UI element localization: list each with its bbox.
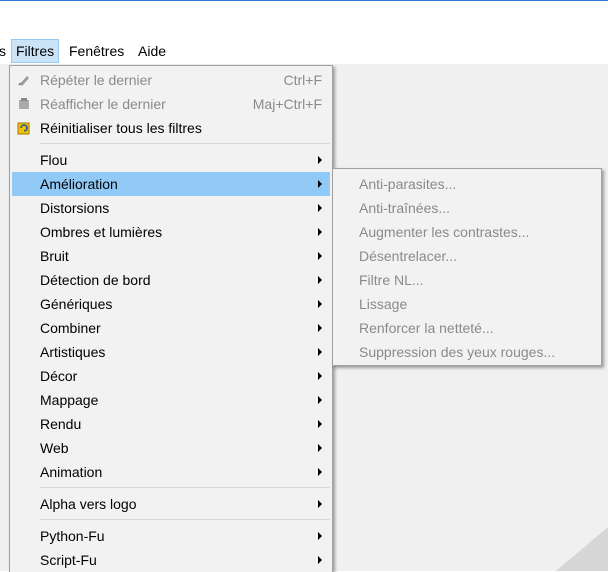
menu-item-label: Filtre NL... [359, 272, 424, 288]
menu-item-label: Combiner [40, 320, 101, 336]
menu-item-label: Anti-parasites... [359, 176, 457, 192]
menu-item-distorts[interactable]: Distorsions [12, 196, 330, 220]
menu-item-label: Suppression des yeux rouges... [359, 344, 556, 360]
enhance-submenu: Anti-parasites... Anti-traînées... Augme… [332, 168, 602, 366]
menu-item-label: Mappage [40, 392, 99, 408]
submenu-arrow-icon [318, 396, 322, 404]
submenu-arrow-icon [318, 180, 322, 188]
menu-item-enhance[interactable]: Amélioration [12, 172, 330, 196]
menu-item-map[interactable]: Mappage [12, 388, 330, 412]
submenu-arrow-icon [318, 204, 322, 212]
menu-item-blur[interactable]: Flou [12, 148, 330, 172]
menu-windows[interactable]: Fenêtres [65, 39, 128, 63]
menu-item-label: Bruit [40, 248, 69, 264]
menu-item-label: Augmenter les contrastes... [359, 224, 530, 240]
menu-item-label: Anti-traînées... [359, 200, 451, 216]
menu-item-label: Web [40, 440, 69, 456]
menu-item-label: Répéter le dernier [40, 72, 153, 88]
menu-item-sharpen[interactable]: Renforcer la netteté... [335, 316, 599, 340]
menu-separator [40, 519, 330, 520]
menu-item-nl-filter[interactable]: Filtre NL... [335, 268, 599, 292]
submenu-arrow-icon [318, 420, 322, 428]
shortcut-label: Ctrl+F [283, 72, 323, 88]
repeat-icon [18, 76, 29, 86]
submenu-arrow-icon [318, 532, 322, 540]
reset-filters-icon [17, 122, 30, 135]
menu-item-destripe[interactable]: Anti-traînées... [335, 196, 599, 220]
menu-item-noise[interactable]: Bruit [12, 244, 330, 268]
shortcut-label: Maj+Ctrl+F [252, 96, 322, 112]
submenu-arrow-icon [318, 324, 322, 332]
menu-item-combine[interactable]: Combiner [12, 316, 330, 340]
submenu-arrow-icon [318, 556, 322, 564]
submenu-arrow-icon [318, 372, 322, 380]
menu-filters[interactable]: Filtres [11, 39, 60, 63]
menu-item-reshow-last[interactable]: Réafficher le dernier Maj+Ctrl+F [12, 92, 330, 116]
menu-separator [40, 143, 330, 144]
menu-item-label: Réinitialiser tous les filtres [40, 120, 202, 136]
menu-item-deinterlace[interactable]: Désentrelacer... [335, 244, 599, 268]
menu-item-unsharp-contrast[interactable]: Augmenter les contrastes... [335, 220, 599, 244]
menu-item-antialias[interactable]: Lissage [335, 292, 599, 316]
canvas-corner [556, 527, 608, 571]
reshow-icon [19, 98, 29, 109]
menu-item-label: Script-Fu [40, 552, 97, 568]
menu-item-label: Flou [40, 152, 68, 168]
menu-separator [40, 487, 330, 488]
menu-item-decor[interactable]: Décor [12, 364, 330, 388]
menu-item-red-eye-removal[interactable]: Suppression des yeux rouges... [335, 340, 599, 364]
menu-item-python-fu[interactable]: Python-Fu [12, 524, 330, 548]
menu-item-label: Décor [40, 368, 78, 384]
submenu-arrow-icon [318, 348, 322, 356]
menu-item-label: Désentrelacer... [359, 248, 458, 264]
submenu-arrow-icon [318, 276, 322, 284]
menu-item-despeckle[interactable]: Anti-parasites... [335, 172, 599, 196]
menu-item-label: Artistiques [40, 344, 106, 360]
submenu-arrow-icon [318, 444, 322, 452]
menu-item-generic[interactable]: Génériques [12, 292, 330, 316]
menu-item-label: Ombres et lumières [40, 224, 163, 240]
submenu-arrow-icon [318, 300, 322, 308]
menu-help[interactable]: Aide [134, 39, 170, 63]
menu-image-partial[interactable]: s [0, 39, 10, 63]
menu-item-web[interactable]: Web [12, 436, 330, 460]
menu-item-label: Distorsions [40, 200, 110, 216]
menu-item-label: Amélioration [40, 176, 118, 192]
submenu-arrow-icon [318, 156, 322, 164]
window-top-border [0, 0, 608, 1]
submenu-arrow-icon [318, 468, 322, 476]
menu-item-animation[interactable]: Animation [12, 460, 330, 484]
menu-item-label: Rendu [40, 416, 82, 432]
menu-item-reset-filters[interactable]: Réinitialiser tous les filtres [12, 116, 330, 140]
menu-item-label: Lissage [359, 296, 408, 312]
menu-item-label: Animation [40, 464, 103, 480]
menu-item-repeat-last[interactable]: Répéter le dernier Ctrl+F [12, 68, 330, 92]
menu-item-render[interactable]: Rendu [12, 412, 330, 436]
submenu-arrow-icon [318, 252, 322, 260]
menu-item-label: Détection de bord [40, 272, 151, 288]
menubar: s Filtres Fenêtres Aide [0, 38, 608, 64]
submenu-arrow-icon [318, 228, 322, 236]
menu-item-script-fu[interactable]: Script-Fu [12, 548, 330, 572]
filters-dropdown: Répéter le dernier Ctrl+F Réafficher le … [9, 65, 333, 572]
menu-item-label: Renforcer la netteté... [359, 320, 494, 336]
menu-item-edge-detect[interactable]: Détection de bord [12, 268, 330, 292]
menu-item-artistic[interactable]: Artistiques [12, 340, 330, 364]
menu-item-label: Génériques [40, 296, 113, 312]
menu-item-label: Alpha vers logo [40, 496, 137, 512]
submenu-arrow-icon [318, 500, 322, 508]
menu-item-light-shadow[interactable]: Ombres et lumières [12, 220, 330, 244]
menu-item-alpha-to-logo[interactable]: Alpha vers logo [12, 492, 330, 516]
menu-item-label: Réafficher le dernier [40, 96, 166, 112]
menu-item-label: Python-Fu [40, 528, 105, 544]
